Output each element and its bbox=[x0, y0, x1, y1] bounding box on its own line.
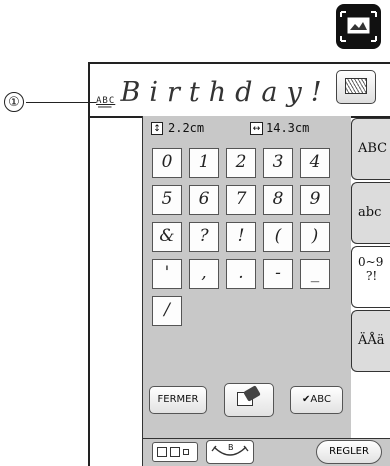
tab-uppercase[interactable]: ABC bbox=[351, 118, 390, 180]
image-frame-icon[interactable] bbox=[336, 4, 381, 49]
char-key[interactable]: 7 bbox=[226, 185, 256, 215]
width-value: 14.3cm bbox=[266, 121, 310, 135]
height-icon: ↕ bbox=[151, 122, 163, 135]
arc-text-icon: B bbox=[211, 443, 249, 456]
char-key[interactable]: ' bbox=[152, 259, 182, 289]
char-key[interactable]: _ bbox=[300, 259, 330, 289]
char-key[interactable]: ? bbox=[189, 222, 219, 252]
layout-square-icon bbox=[170, 447, 180, 457]
layout-arrangement-icon bbox=[157, 447, 167, 457]
delete-button[interactable] bbox=[224, 383, 274, 417]
arc-text-button[interactable]: B bbox=[206, 440, 254, 464]
preview-text: ABC bbox=[96, 96, 116, 106]
char-key[interactable]: / bbox=[152, 296, 182, 326]
layout-arrangement-button[interactable] bbox=[152, 442, 198, 462]
char-key[interactable]: . bbox=[226, 259, 256, 289]
char-key[interactable]: ) bbox=[300, 222, 330, 252]
char-key[interactable]: , bbox=[189, 259, 219, 289]
char-key[interactable]: 9 bbox=[300, 185, 330, 215]
set-button[interactable]: REGLER bbox=[316, 440, 382, 464]
char-key[interactable]: 3 bbox=[263, 148, 293, 178]
tab-accented[interactable]: ÄÅä bbox=[351, 310, 390, 372]
char-key[interactable]: 0 bbox=[152, 148, 182, 178]
svg-text:B: B bbox=[228, 443, 234, 452]
char-key[interactable]: 2 bbox=[226, 148, 256, 178]
tab-numbers-label: 0~9 bbox=[358, 255, 384, 269]
embroidery-view-button[interactable] bbox=[336, 70, 376, 104]
layout-small-square-icon bbox=[183, 449, 189, 455]
char-key[interactable]: 5 bbox=[152, 185, 182, 215]
tab-lowercase[interactable]: abc bbox=[351, 182, 390, 244]
close-button[interactable]: FERMER bbox=[149, 386, 207, 414]
width-icon: ↔ bbox=[250, 122, 263, 135]
panel-border-top bbox=[88, 62, 390, 64]
callout-line bbox=[26, 102, 96, 103]
height-value: 2.2cm bbox=[168, 121, 205, 135]
char-key[interactable]: ( bbox=[263, 222, 293, 252]
char-key[interactable]: 4 bbox=[300, 148, 330, 178]
char-key[interactable]: - bbox=[263, 259, 293, 289]
embroidery-view-icon bbox=[345, 78, 367, 94]
char-key[interactable]: & bbox=[152, 222, 182, 252]
char-key[interactable]: 6 bbox=[189, 185, 219, 215]
callout-number: ① bbox=[4, 92, 24, 112]
tab-symbols-label: ?! bbox=[366, 269, 378, 283]
check-text-button[interactable]: ✔ABC bbox=[290, 386, 343, 414]
char-key[interactable]: ! bbox=[226, 222, 256, 252]
char-key[interactable]: 1 bbox=[189, 148, 219, 178]
text-display: _Birthday! bbox=[98, 77, 331, 108]
char-key[interactable]: 8 bbox=[263, 185, 293, 215]
panel-border-left bbox=[88, 62, 90, 466]
tab-numbers-symbols[interactable]: 0~9 ?! bbox=[351, 246, 390, 308]
